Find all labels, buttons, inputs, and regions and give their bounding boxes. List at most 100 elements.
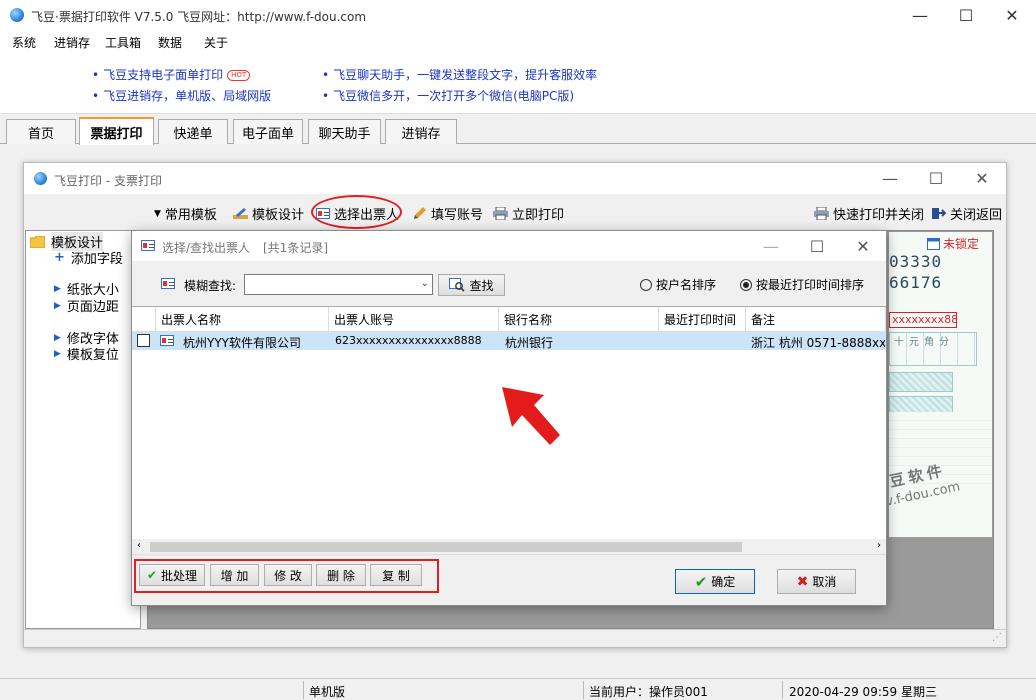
bullet-icon: •	[92, 68, 100, 82]
copy-button[interactable]: 复 制	[370, 564, 422, 586]
printer-icon	[493, 207, 508, 220]
triangle-right-icon: ▶	[54, 332, 61, 343]
common-templates-button[interactable]: ▼ 常用模板	[154, 204, 217, 223]
dialog-titlebar: 选择/查找出票人 [共1条记录] — ☐ ✕	[132, 231, 886, 261]
search-label: 模糊查找:	[184, 279, 237, 293]
scroll-right-icon[interactable]: ›	[877, 540, 881, 551]
cell-account: 623xxxxxxxxxxxxxxx8888	[335, 334, 482, 347]
caret-down-icon: ▼	[154, 208, 161, 219]
menu-toolbox[interactable]: 工具箱	[105, 34, 141, 51]
table-header-bank[interactable]: 银行名称	[499, 307, 659, 332]
inner-minimize-button[interactable]: —	[867, 163, 913, 194]
print-now-label: 立即打印	[512, 208, 565, 223]
tab-chat-assistant[interactable]: 聊天助手	[308, 119, 381, 144]
inner-maximize-button[interactable]: ☐	[913, 163, 959, 194]
table-header-note[interactable]: 备注	[746, 307, 886, 332]
close-return-label: 关闭返回	[950, 208, 1003, 223]
quick-print-close-button[interactable]: 快速打印并关闭	[814, 204, 924, 223]
sort-by-name-label: 按户名排序	[656, 278, 717, 292]
search-combobox[interactable]: ⌄	[244, 274, 433, 295]
cancel-button[interactable]: ✖ 取消	[777, 569, 856, 594]
chevron-down-icon[interactable]: ⌄	[421, 278, 429, 289]
amount-grid: 十元角分	[889, 332, 977, 366]
minimize-button[interactable]: —	[897, 0, 943, 31]
promo-panel: • 飞豆支持电子面单打印 HOT • 飞豆进销存，单机版、局域网版 • 飞豆聊天助手，一…	[0, 52, 1036, 114]
lock-status-label: 未锁定	[943, 237, 980, 251]
lock-status[interactable]: 未锁定	[927, 235, 979, 252]
check-icon: ✔	[694, 572, 708, 591]
tab-express[interactable]: 快递单	[158, 119, 228, 144]
red-pointer-arrow-icon	[502, 387, 560, 445]
dialog-close-button[interactable]: ✕	[840, 231, 886, 262]
ok-button[interactable]: ✔ 确定	[675, 569, 755, 594]
table-row[interactable]: 杭州YYY软件有限公司 623xxxxxxxxxxxxxxx8888 杭州银行 …	[132, 332, 886, 350]
batch-button[interactable]: ✔ 批处理	[139, 564, 205, 586]
horizontal-scrollbar[interactable]: ‹ ›	[132, 539, 886, 555]
triangle-right-icon: ▶	[54, 300, 61, 311]
id-card-icon	[141, 240, 155, 251]
sort-by-name-radio[interactable]: 按户名排序	[640, 276, 716, 293]
tree-item-add-field[interactable]: + 添加字段	[54, 248, 123, 267]
triangle-right-icon: ▶	[54, 348, 61, 359]
add-button[interactable]: 增 加	[210, 564, 259, 586]
cell-note: 浙江 杭州 0571-8888xxx	[751, 336, 885, 350]
table-header-last-print[interactable]: 最近打印时间	[659, 307, 746, 332]
close-return-button[interactable]: 关闭返回	[931, 204, 1002, 223]
printer-icon	[814, 207, 829, 220]
status-divider	[782, 681, 783, 699]
scroll-left-icon[interactable]: ‹	[137, 540, 141, 551]
tab-inventory[interactable]: 进销存	[385, 119, 457, 144]
main-titlebar: 飞豆·票据打印软件 V7.5.0 飞豆网址：http://www.f-dou.c…	[0, 0, 1036, 31]
promo-link-text: 飞豆支持电子面单打印	[103, 68, 224, 82]
dialog-footer: ✔ 批处理 增 加 修 改 删 除 复 制 ✔ 确定 ✖ 取消	[132, 554, 886, 605]
app-logo-icon	[10, 8, 24, 22]
promo-link-eorder[interactable]: • 飞豆支持电子面单打印 HOT	[92, 66, 251, 83]
promo-link-wechat[interactable]: • 飞豆微信多开，一次打开多个微信(电脑PC版)	[322, 87, 574, 104]
menu-about[interactable]: 关于	[204, 34, 228, 51]
menu-inventory[interactable]: 进销存	[54, 34, 90, 51]
select-drawer-dialog: 选择/查找出票人 [共1条记录] — ☐ ✕ 模糊查找: ⌄ 查找 按户名排序 …	[131, 230, 887, 606]
maximize-button[interactable]: ☐	[943, 0, 989, 31]
quick-print-close-label: 快速打印并关闭	[833, 208, 925, 223]
promo-link-inventory[interactable]: • 飞豆进销存，单机版、局域网版	[92, 87, 271, 104]
search-button[interactable]: 查找	[438, 274, 505, 296]
fill-account-button[interactable]: 填写账号	[412, 204, 483, 223]
tab-ticket-print[interactable]: 票据打印	[79, 117, 154, 145]
promo-link-chat[interactable]: • 飞豆聊天助手，一键发送整段文字，提升客服效率	[322, 66, 597, 83]
ruler-pencil-icon	[233, 208, 248, 219]
status-current-user: 当前用户：操作员001	[589, 685, 708, 699]
id-card-icon	[161, 278, 175, 289]
template-design-label: 模板设计	[252, 208, 305, 223]
table-header-account[interactable]: 出票人账号	[329, 307, 499, 332]
resize-grip-icon[interactable]: ⋰	[992, 632, 1002, 643]
account-field-highlight[interactable]: xxxxxxxx88	[889, 312, 957, 328]
close-button[interactable]: ✕	[989, 0, 1035, 31]
scrollbar-thumb[interactable]	[150, 542, 742, 552]
dialog-minimize-button[interactable]: —	[748, 231, 794, 262]
table-header-check	[132, 307, 156, 332]
template-design-button[interactable]: 模板设计	[233, 204, 304, 223]
sort-by-recent-radio[interactable]: 按最近打印时间排序	[740, 276, 864, 293]
check-ticket-preview: 未锁定 03330 66176 xxxxxxxx88 十元角分 豆软件 v.f-…	[889, 232, 992, 537]
tab-home[interactable]: 首页	[6, 119, 76, 144]
row-checkbox[interactable]	[137, 334, 150, 347]
tree-item-reset-template[interactable]: ▶ 模板复位	[54, 344, 119, 363]
exit-door-icon	[932, 208, 946, 219]
print-now-button[interactable]: 立即打印	[493, 204, 564, 223]
delete-button[interactable]: 删 除	[316, 564, 366, 586]
status-edition: 单机版	[309, 685, 346, 699]
tree-item-page-margin[interactable]: ▶ 页面边距	[54, 296, 119, 315]
batch-button-label: 批处理	[161, 568, 198, 583]
edit-button[interactable]: 修 改	[264, 564, 312, 586]
inner-close-button[interactable]: ✕	[959, 163, 1005, 194]
menu-data[interactable]: 数据	[158, 34, 182, 51]
plus-icon: +	[54, 250, 65, 265]
drawer-table: 出票人名称 出票人账号 银行名称 最近打印时间 备注 杭州YYY软件有限公司 6…	[132, 306, 886, 555]
common-templates-label: 常用模板	[164, 208, 217, 223]
table-header-name[interactable]: 出票人名称	[156, 307, 329, 332]
menu-system[interactable]: 系统	[12, 34, 36, 51]
tab-eorder[interactable]: 电子面单	[233, 119, 303, 144]
dialog-maximize-button[interactable]: ☐	[794, 231, 840, 262]
bullet-icon: •	[322, 89, 330, 103]
search-button-label: 查找	[469, 278, 494, 293]
